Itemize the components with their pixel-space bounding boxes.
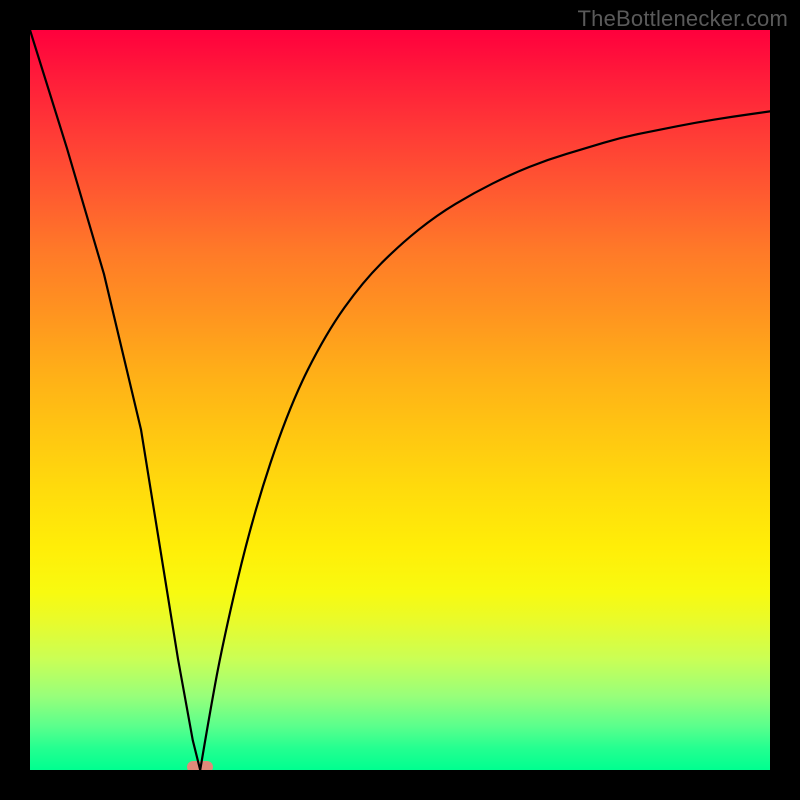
watermark-text: TheBottlenecker.com [578, 6, 788, 32]
plot-area [30, 30, 770, 770]
chart-frame: TheBottlenecker.com [0, 0, 800, 800]
bottleneck-curve [30, 30, 770, 770]
